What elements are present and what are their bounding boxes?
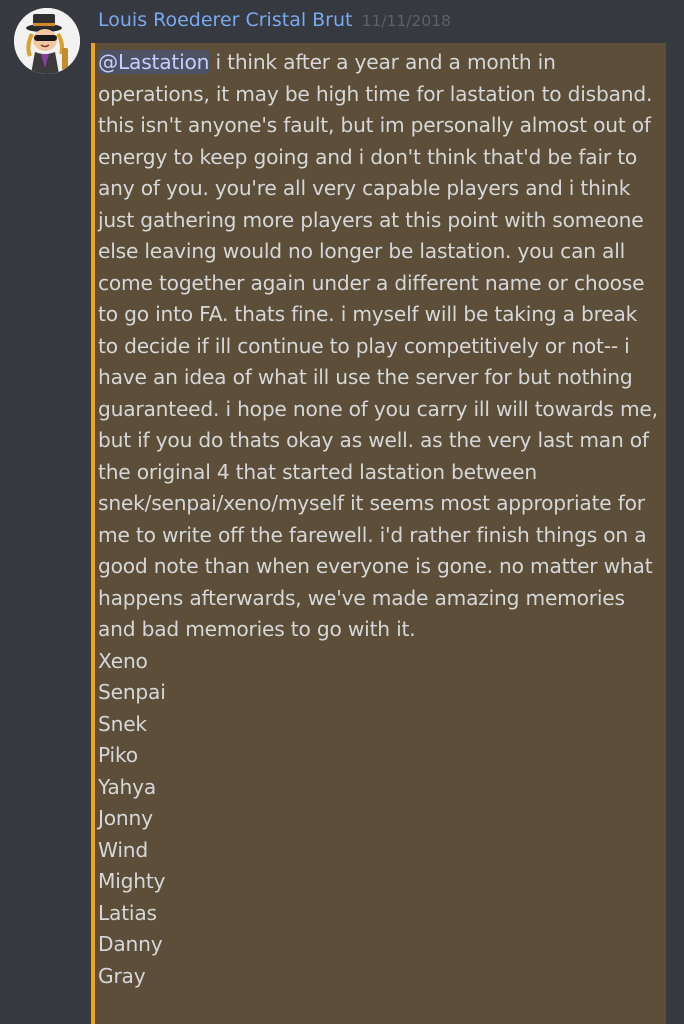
- message-header: Louis Roederer Cristal Brut 11/11/2018: [98, 9, 451, 31]
- author-name[interactable]: Louis Roederer Cristal Brut: [98, 9, 353, 31]
- list-item: Wind: [98, 837, 148, 862]
- list-item: Gray: [98, 963, 146, 988]
- message-timestamp: 11/11/2018: [361, 12, 451, 30]
- list-item: Mighty: [98, 869, 166, 893]
- list-item: Danny: [98, 932, 163, 956]
- chat-message: Louis Roederer Cristal Brut 11/11/2018 @…: [0, 0, 684, 1024]
- list-item: Piko: [98, 743, 138, 767]
- member-name-list: Xeno Senpai Snek Piko Yahya Jonny Wind M…: [98, 646, 662, 993]
- avatar-character-icon: [14, 8, 80, 74]
- list-item: Jonny: [98, 806, 153, 830]
- list-item: Yahya: [98, 774, 157, 799]
- list-item: Snek: [98, 711, 147, 736]
- message-body: i think after a year and a month in oper…: [98, 50, 658, 641]
- role-mention[interactable]: @Lastation: [98, 50, 209, 74]
- list-item: Xeno: [98, 648, 148, 673]
- list-item: Latias: [98, 900, 157, 925]
- user-avatar[interactable]: [14, 8, 80, 74]
- list-item: Senpai: [98, 680, 166, 704]
- message-content: @Lastation i think after a year and a mo…: [98, 47, 662, 992]
